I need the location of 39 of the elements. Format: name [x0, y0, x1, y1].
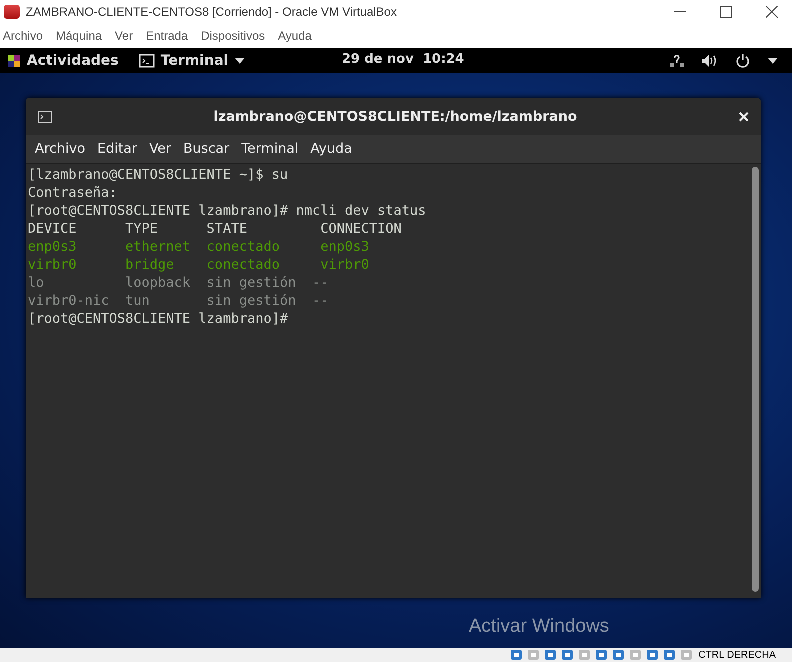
menu-item[interactable]: Ver — [115, 29, 134, 43]
app-menu-button[interactable]: Terminal — [138, 52, 245, 68]
scrollbar-thumb[interactable] — [752, 167, 758, 592]
activities-button[interactable]: Actividades — [7, 52, 119, 68]
menu-item[interactable]: Editar — [97, 141, 138, 157]
volume-icon[interactable] — [702, 54, 718, 66]
menu-item[interactable]: Entrada — [146, 29, 188, 43]
menu-item[interactable]: Ayuda — [278, 29, 312, 43]
menu-item[interactable]: Buscar — [183, 141, 230, 157]
menu-item[interactable]: Ver — [149, 141, 172, 157]
terminal-line: DEVICE TYPE STATE CONNECTION — [28, 220, 403, 238]
app-logo-icon — [4, 5, 20, 19]
terminal-line: virbr0 bridge conectado virbr0 — [28, 256, 370, 274]
activation-notice: Activar Windows — [469, 616, 610, 638]
terminal-line: lo loopback sin gestión -- — [28, 274, 330, 292]
window-title: ZAMBRANO-CLIENTE-CENTOS8 [Corriendo] - Oracle VM VirtualBox — [26, 5, 398, 19]
menu-item[interactable]: Dispositivos — [201, 29, 266, 43]
terminal-icon — [138, 54, 155, 68]
menu-item[interactable]: Archivo — [3, 29, 44, 43]
terminal-line: virbr0-nic tun sin gestión -- — [28, 292, 330, 310]
host-key-label: CTRL DERECHA — [698, 650, 776, 660]
caret-icon[interactable] — [768, 58, 778, 64]
window-title: lzambrano@CENTOS8CLIENTE:/home/lzambrano — [212, 108, 578, 124]
maximize-button[interactable] — [720, 6, 732, 18]
menu-item[interactable]: Ayuda — [310, 141, 352, 157]
power-icon[interactable] — [736, 54, 750, 68]
terminal-line: [root@CENTOS8CLIENTE lzambrano]# nmcli dev status — [28, 202, 428, 220]
clock[interactable]: 29 de nov 10:24 — [342, 52, 464, 67]
menu-item[interactable]: Terminal — [242, 141, 299, 157]
menu-item[interactable]: Máquina — [56, 29, 102, 43]
menu-item[interactable]: Archivo — [35, 141, 86, 157]
close-button[interactable] — [766, 6, 778, 18]
caret-icon — [234, 58, 245, 64]
terminal-line: [root@CENTOS8CLIENTE lzambrano]# — [28, 310, 290, 328]
centos-logo-icon — [7, 54, 21, 68]
terminal-icon — [38, 110, 52, 122]
terminal-line: [lzambrano@CENTOS8CLIENTE ~]$ su — [28, 166, 290, 184]
terminal-line: enp0s3 ethernet conectado enp0s3 — [28, 238, 370, 256]
terminal-line: Contraseña: — [28, 184, 118, 202]
